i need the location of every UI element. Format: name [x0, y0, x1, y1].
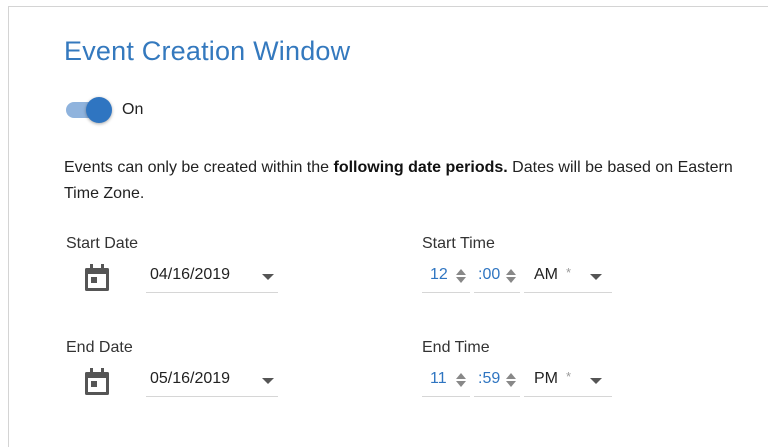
spin-up-icon[interactable] — [456, 269, 466, 275]
spin-arrows-icon[interactable] — [506, 372, 516, 388]
start-hour-stepper[interactable]: 12 — [422, 262, 470, 293]
spin-up-icon[interactable] — [456, 373, 466, 379]
page-title: Event Creation Window — [64, 36, 351, 66]
spin-arrows-icon[interactable] — [456, 268, 466, 284]
chevron-down-icon — [590, 378, 602, 384]
end-date-value: 05/16/2019 — [150, 370, 231, 387]
spin-arrows-icon[interactable] — [506, 268, 516, 284]
end-hour-stepper[interactable]: 11 — [422, 366, 470, 397]
end-minute-value: :59 — [478, 370, 501, 387]
start-time-label: Start Time — [422, 235, 495, 252]
required-mark: * — [566, 265, 572, 280]
chevron-down-icon — [262, 378, 274, 384]
start-meridiem-value: AM — [534, 266, 558, 283]
start-date-select[interactable]: 04/16/2019 — [146, 262, 278, 293]
start-minute-stepper[interactable]: :00 — [474, 262, 520, 293]
start-minute-value: :00 — [478, 266, 501, 283]
start-meridiem-select[interactable]: AM * — [524, 262, 612, 293]
start-date-value: 04/16/2019 — [150, 266, 231, 283]
end-meridiem-select[interactable]: PM * — [524, 366, 612, 397]
end-date-select[interactable]: 05/16/2019 — [146, 366, 278, 397]
calendar-icon[interactable] — [84, 264, 110, 292]
spin-up-icon[interactable] — [506, 269, 516, 275]
spin-down-icon[interactable] — [506, 277, 516, 283]
end-meridiem-value: PM — [534, 370, 558, 387]
spin-arrows-icon[interactable] — [456, 372, 466, 388]
panel-frame — [8, 6, 768, 447]
toggle-state-label: On — [122, 101, 144, 118]
required-mark: * — [566, 369, 572, 384]
spin-down-icon[interactable] — [506, 381, 516, 387]
chevron-down-icon — [262, 274, 274, 280]
toggle-knob — [86, 97, 112, 123]
chevron-down-icon — [590, 274, 602, 280]
description-part: Events can only be created within the — [64, 159, 334, 176]
spin-up-icon[interactable] — [506, 373, 516, 379]
event-window-toggle[interactable] — [66, 96, 112, 124]
end-time-label: End Time — [422, 339, 490, 356]
start-hour-value: 12 — [430, 266, 448, 283]
end-hour-value: 11 — [430, 370, 447, 387]
spin-down-icon[interactable] — [456, 277, 466, 283]
description-text: Events can only be created within the fo… — [64, 155, 744, 207]
end-date-label: End Date — [66, 339, 133, 356]
description-bold: following date periods. — [333, 159, 508, 176]
end-minute-stepper[interactable]: :59 — [474, 366, 520, 397]
calendar-icon[interactable] — [84, 368, 110, 396]
start-date-label: Start Date — [66, 235, 139, 252]
spin-down-icon[interactable] — [456, 381, 466, 387]
